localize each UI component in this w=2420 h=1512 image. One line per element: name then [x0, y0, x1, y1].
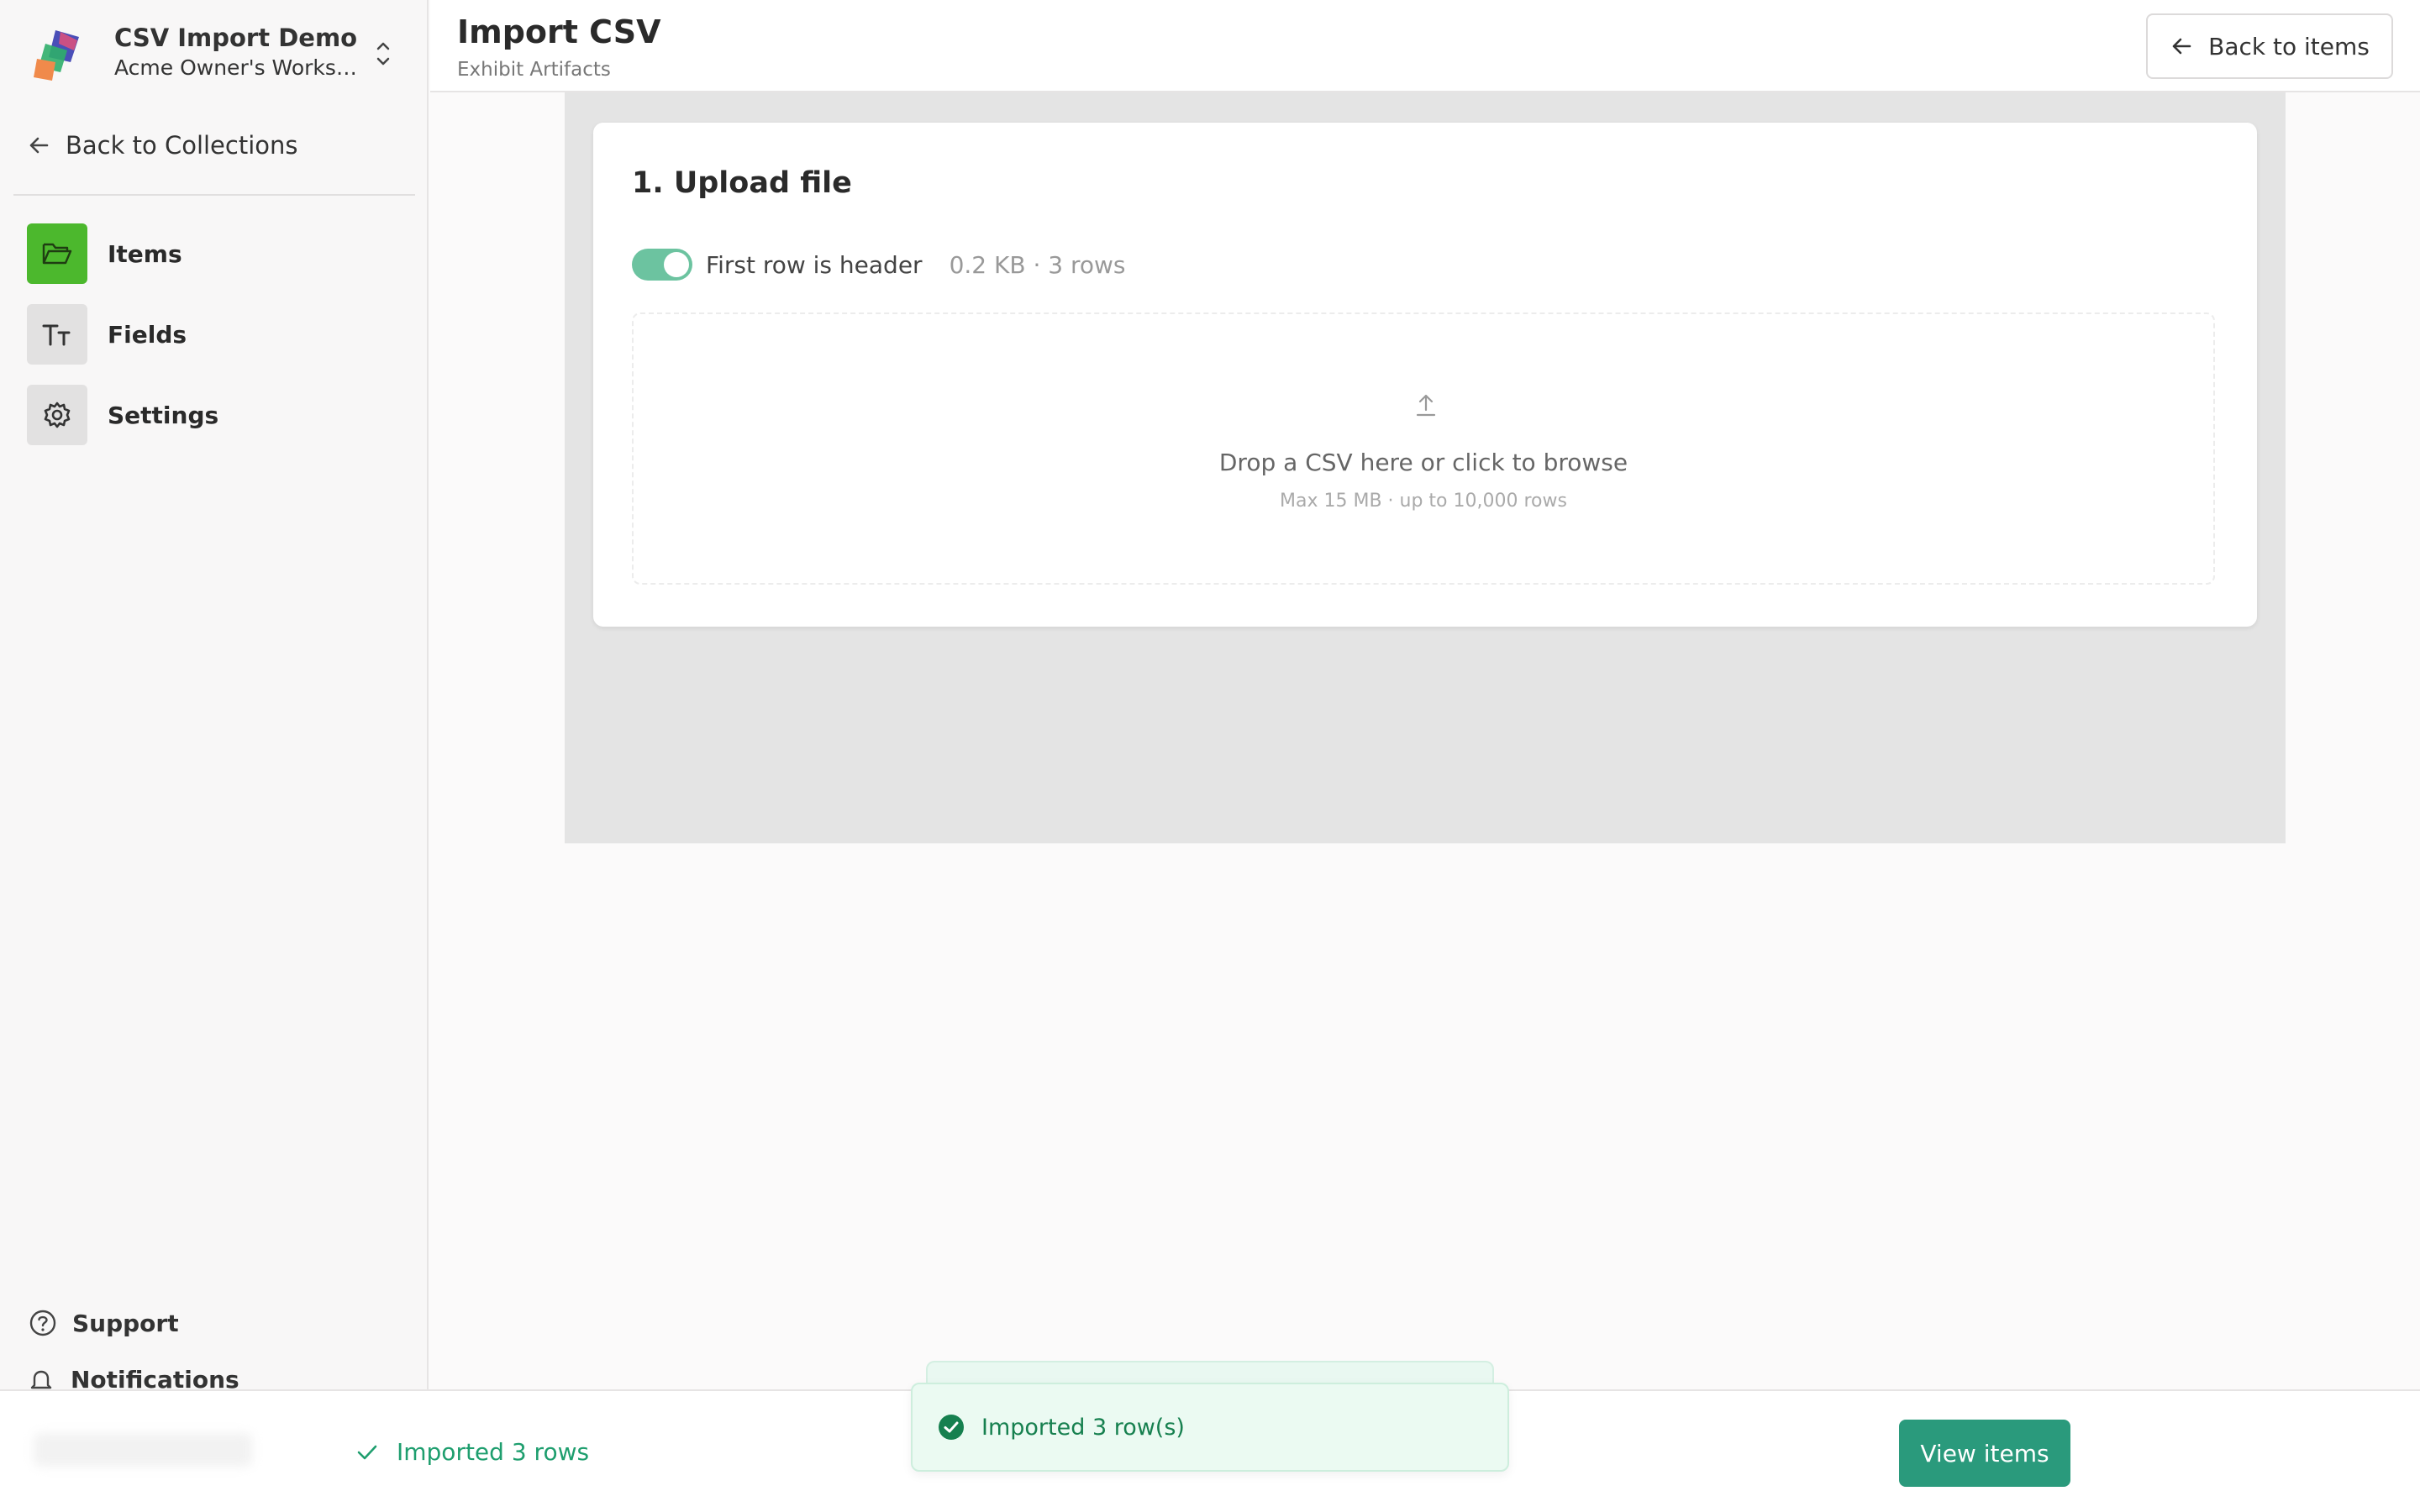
- header-toggle-row: First row is header 0.2 KB · 3 rows: [632, 249, 1126, 281]
- upload-card: 1. Upload file First row is header 0.2 K…: [593, 123, 2257, 627]
- page-subtitle: Exhibit Artifacts: [457, 59, 611, 81]
- sidebar-item-label: Settings: [108, 401, 219, 429]
- upload-icon: [1416, 394, 1436, 417]
- import-status: Imported 3 rows: [356, 1438, 589, 1466]
- app-logo-icon: [34, 30, 79, 81]
- back-to-collections-link[interactable]: Back to Collections: [27, 124, 298, 166]
- sidebar-divider: [13, 194, 415, 196]
- sidebar: CSV Import Demo Acme Owner's Workspa... …: [0, 0, 429, 1512]
- sidebar-item-label: Fields: [108, 320, 187, 349]
- workspace-title: CSV Import Demo: [114, 24, 358, 52]
- app: CSV Import Demo Acme Owner's Workspa... …: [0, 0, 2420, 1512]
- workspace-subtitle: Acme Owner's Workspa...: [114, 55, 358, 80]
- workspace-switcher[interactable]: CSV Import Demo Acme Owner's Workspa...: [27, 20, 405, 87]
- upload-step-title: 1. Upload file: [632, 166, 852, 200]
- sidebar-item-fields[interactable]: Fields: [27, 304, 187, 365]
- dropzone-text: Drop a CSV here or click to browse: [1218, 449, 1628, 476]
- check-circle-icon: [939, 1415, 964, 1440]
- sidebar-item-items[interactable]: Items: [27, 223, 182, 284]
- arrow-left-icon: [2172, 38, 2191, 55]
- gear-icon: [27, 385, 87, 445]
- toast-message: Imported 3 row(s): [981, 1414, 1185, 1441]
- sidebar-item-label: Items: [108, 239, 182, 268]
- folder-open-icon: [27, 223, 87, 284]
- page-title: Import CSV: [457, 13, 661, 50]
- check-icon: [357, 1445, 377, 1459]
- user-profile-blurred: [34, 1433, 252, 1467]
- back-to-collections-label: Back to Collections: [66, 131, 298, 160]
- support-label: Support: [72, 1309, 179, 1337]
- first-row-header-toggle[interactable]: [632, 249, 692, 281]
- back-to-items-label: Back to items: [2208, 32, 2370, 60]
- sidebar-item-settings[interactable]: Settings: [27, 385, 218, 445]
- back-to-items-button[interactable]: Back to items: [2146, 13, 2393, 79]
- csv-dropzone[interactable]: Drop a CSV here or click to browse Max 1…: [632, 312, 2215, 585]
- toggle-knob: [664, 252, 689, 277]
- dropzone-hint: Max 15 MB · up to 10,000 rows: [1280, 491, 1567, 512]
- arrow-left-icon: [29, 137, 49, 154]
- help-circle-icon: [29, 1310, 56, 1336]
- chevron-updown-icon: [376, 42, 390, 66]
- success-toast[interactable]: Imported 3 row(s): [911, 1383, 1509, 1472]
- first-row-header-label: First row is header: [706, 250, 923, 279]
- file-meta: 0.2 KB · 3 rows: [949, 250, 1126, 279]
- view-items-button[interactable]: View items: [1899, 1420, 2070, 1487]
- page-header: Import CSV Exhibit Artifacts Back to ite…: [430, 0, 2420, 92]
- support-link[interactable]: Support: [29, 1309, 179, 1337]
- text-type-icon: [27, 304, 87, 365]
- import-status-label: Imported 3 rows: [397, 1438, 590, 1466]
